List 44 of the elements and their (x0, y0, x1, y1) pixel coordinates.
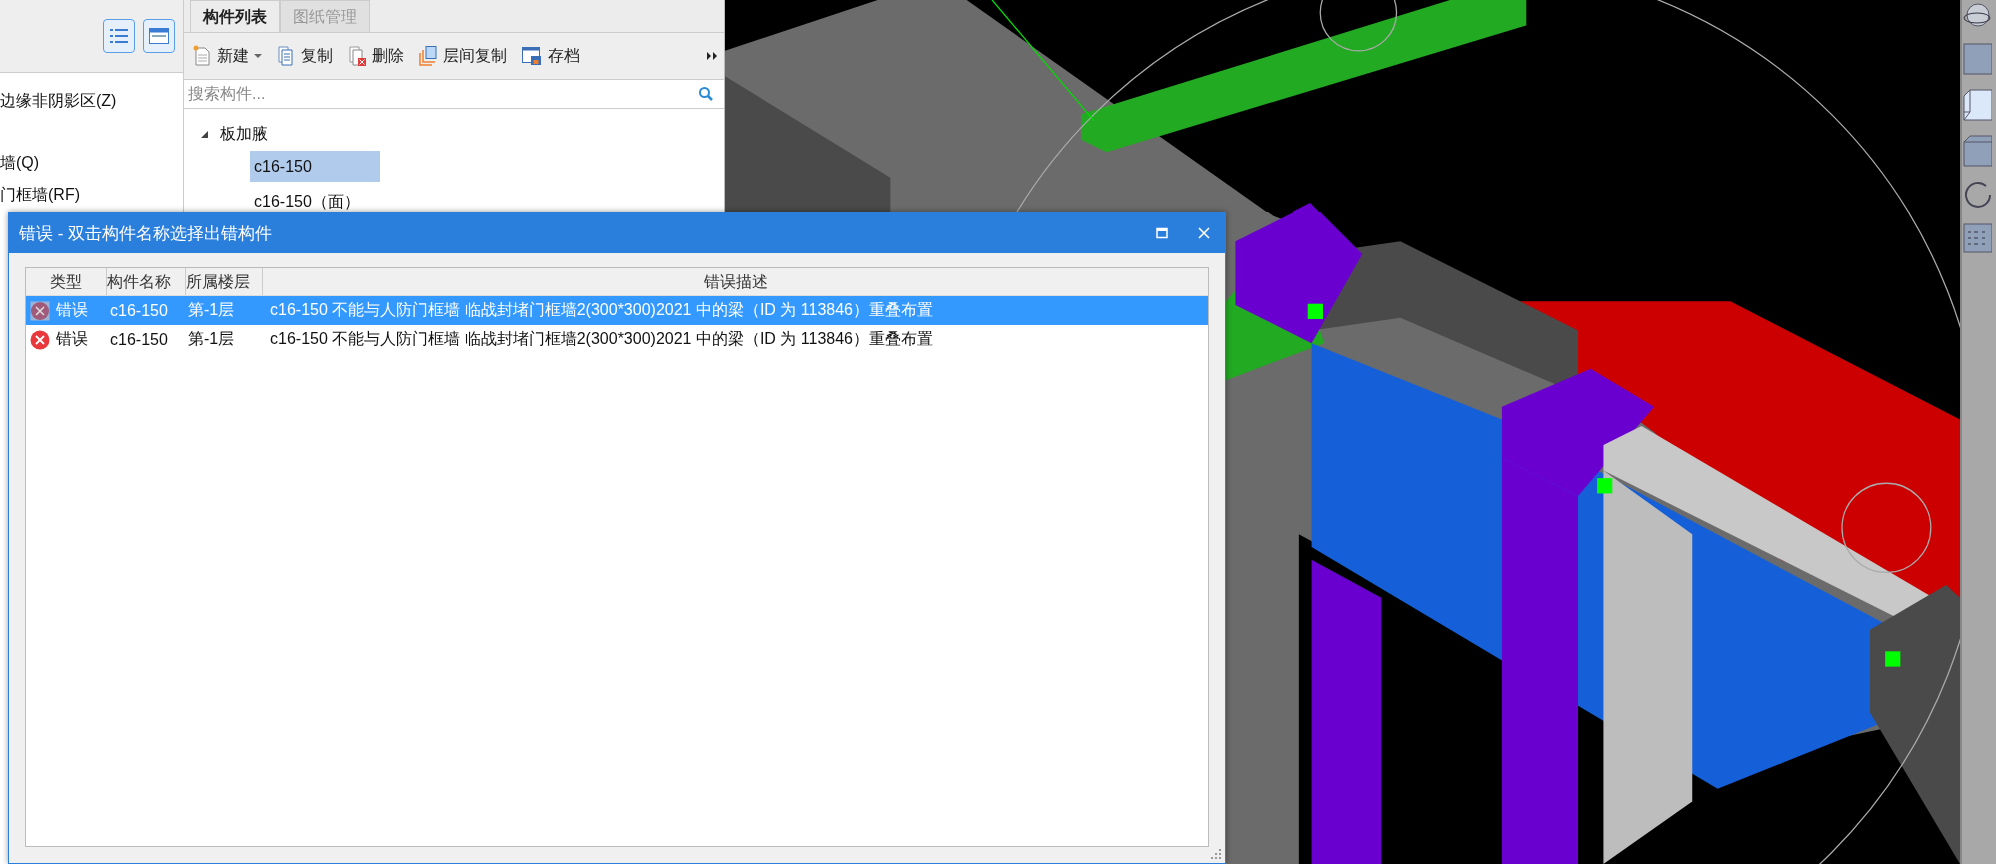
tab[interactable]: 构件列表 (190, 0, 280, 32)
list-item[interactable]: 门框墙(RF) (0, 179, 183, 211)
toolbar-button[interactable]: 删除 (345, 43, 406, 69)
column-header[interactable]: 构件名称 (107, 268, 186, 295)
column-header[interactable]: 类型 (26, 268, 107, 295)
column-header[interactable]: 错误描述 (263, 268, 1208, 295)
table-cell-text: c16-150 (110, 301, 169, 320)
table-cell-text: 错误 (56, 300, 88, 320)
toolbar-button[interactable]: 新建 (190, 43, 264, 69)
column-header[interactable]: 所属楼层 (186, 268, 263, 295)
tree-item[interactable]: c16-150 (250, 151, 380, 182)
layers-icon (418, 45, 438, 67)
globe-icon[interactable] (1962, 2, 1992, 30)
document-icon (192, 45, 212, 67)
more-icon[interactable] (706, 51, 718, 61)
search-field[interactable]: 搜索构件... (188, 80, 698, 108)
table-cell-text: c16-150 不能与人防门框墙 临战封堵门框墙2(300*300)2021 中的梁（ID 为 113846）重叠布置 (269, 329, 934, 349)
dialog-title: 错误 - 双击构件名称选择出错构件 (19, 222, 274, 245)
checklist-icon[interactable] (1962, 222, 1992, 254)
table-row[interactable]: 错误 c16-150 第-1层 c16-150 不能与人防门框墙 临战封堵门框墙2(300*300)2021 中的梁（ID 为 113846）重叠布置 (26, 325, 1208, 354)
delete-document-icon (347, 45, 367, 67)
cube-icon[interactable] (1962, 88, 1992, 122)
table-cell-text: 第-1层 (188, 300, 236, 320)
caret-icon (254, 53, 262, 59)
list-item[interactable]: 边缘非阴影区(Z) (0, 85, 183, 117)
error-icon (30, 329, 50, 350)
table-cell-text: c16-150 不能与人防门框墙 临战封堵门框墙2(300*300)2021 中的梁（ID 为 113846）重叠布置 (269, 300, 934, 320)
list-item[interactable]: 墙(Q) (0, 147, 183, 179)
rotate-icon[interactable] (1962, 180, 1992, 210)
document-icon (276, 45, 296, 67)
expand-icon[interactable] (200, 129, 210, 139)
table-cell-text: c16-150 (110, 330, 169, 349)
table-cell-text: 第-1层 (188, 329, 236, 349)
error-icon (30, 300, 50, 321)
tree-item[interactable]: 板加腋 (220, 123, 268, 145)
save-icon (521, 45, 543, 67)
list-view-icon[interactable] (103, 19, 135, 53)
toolbar-button[interactable]: 层间复制 (416, 43, 509, 69)
search-icon (698, 86, 714, 102)
toolbar-button[interactable]: 复制 (274, 43, 335, 69)
window-view-icon[interactable] (143, 19, 175, 53)
table-cell-text: 错误 (56, 329, 88, 349)
resize-grip-icon[interactable] (1211, 849, 1221, 859)
toolbar-button[interactable]: 存档 (519, 43, 582, 69)
